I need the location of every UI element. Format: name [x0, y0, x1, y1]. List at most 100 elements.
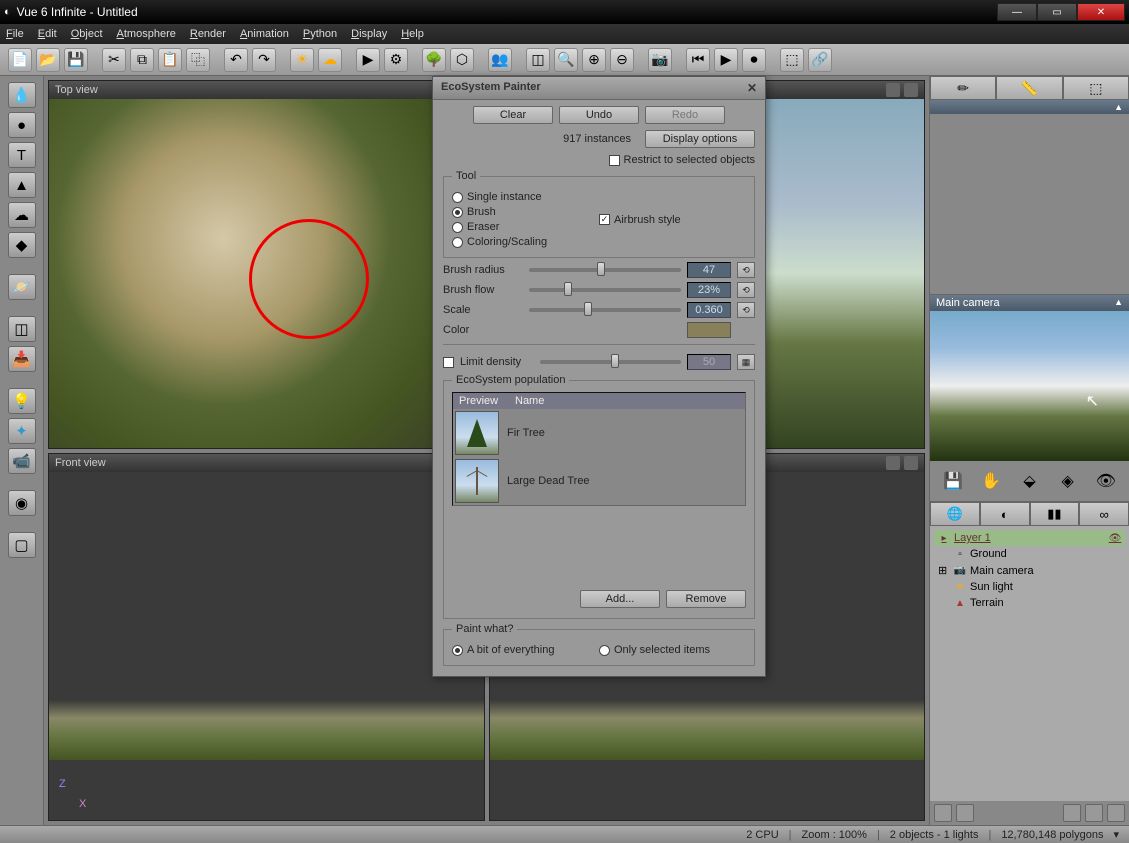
expand-icon[interactable]: ▾ [1113, 828, 1119, 841]
brush-radius-value[interactable]: 47 [687, 262, 731, 278]
terrain-tool-icon[interactable]: ▲ [8, 172, 36, 198]
duplicate-icon[interactable]: ⿻ [186, 48, 210, 72]
dialog-close-icon[interactable]: ✕ [747, 81, 757, 95]
color-swatch[interactable] [687, 322, 731, 338]
object-tab-icon[interactable]: ⬚ [1063, 76, 1129, 100]
material-tool-icon[interactable]: ◉ [8, 490, 36, 516]
box-tool-icon[interactable]: ▢ [8, 532, 36, 558]
orbit-icon[interactable]: ⬙ [1018, 470, 1040, 492]
single-radio[interactable] [452, 192, 463, 203]
look-icon[interactable]: 👁 [1095, 470, 1117, 492]
airbrush-checkbox[interactable]: ✓ [599, 214, 610, 225]
atmosphere-icon[interactable]: ☀ [290, 48, 314, 72]
top-viewport[interactable]: Top view [48, 80, 485, 449]
sphere-tool-icon[interactable]: ● [8, 112, 36, 138]
play-icon[interactable]: ▶ [714, 48, 738, 72]
brush-radio[interactable] [452, 207, 463, 218]
visibility-icon[interactable]: 👁 [1109, 532, 1121, 544]
plant-icon[interactable]: 🌳 [422, 48, 446, 72]
cut-icon[interactable]: ✂ [102, 48, 126, 72]
camera-tool-icon[interactable]: 📹 [8, 448, 36, 474]
layer-opt3-icon[interactable] [1107, 804, 1125, 822]
front-canvas[interactable]: Z X [49, 472, 484, 821]
top-canvas[interactable] [49, 99, 484, 448]
brush-flow-value[interactable]: 23% [687, 282, 731, 298]
fan-tool-icon[interactable]: ✦ [8, 418, 36, 444]
redo-button[interactable]: Redo [645, 106, 725, 124]
vp-icon[interactable] [904, 83, 918, 97]
vp-icon[interactable] [886, 456, 900, 470]
scale-slider[interactable] [529, 308, 681, 312]
cloud-tool-icon[interactable]: ☁ [8, 202, 36, 228]
layer-header[interactable]: ▸ Layer 1 👁 [934, 530, 1125, 546]
brush-radius-slider[interactable] [529, 268, 681, 272]
remove-button[interactable]: Remove [666, 590, 746, 608]
menu-object[interactable]: Object [71, 28, 103, 40]
save-preview-icon[interactable]: 💾 [942, 470, 964, 492]
minimize-button[interactable]: — [997, 3, 1037, 21]
vp-icon[interactable] [904, 456, 918, 470]
render-icon[interactable]: ▶ [356, 48, 380, 72]
everything-radio[interactable] [452, 645, 463, 656]
scale-value[interactable]: 0.360 [687, 302, 731, 318]
cube-tool-icon[interactable]: ◫ [8, 316, 36, 342]
limit-density-checkbox[interactable] [443, 357, 454, 368]
density-slider[interactable] [540, 360, 681, 364]
population-item-dead-tree[interactable]: Large Dead Tree [453, 457, 745, 505]
cloud-icon[interactable]: ☁ [318, 48, 342, 72]
import-tool-icon[interactable]: 📥 [8, 346, 36, 372]
ruler-tab-icon[interactable]: 📏 [996, 76, 1062, 100]
library-tab-icon[interactable]: ▮▮ [1030, 502, 1080, 526]
new-icon[interactable]: 📄 [8, 48, 32, 72]
zoom-extents-icon[interactable]: 🔍 [554, 48, 578, 72]
material-tab-icon[interactable]: ◐ [980, 502, 1030, 526]
link-tab-icon[interactable]: ∞ [1079, 502, 1129, 526]
layer-item-terrain[interactable]: ▲ Terrain [934, 595, 1125, 611]
undo-icon[interactable]: ↶ [224, 48, 248, 72]
add-button[interactable]: Add... [580, 590, 660, 608]
redo-icon[interactable]: ↷ [252, 48, 276, 72]
reset-icon[interactable]: ⟲ [737, 302, 755, 318]
menu-atmosphere[interactable]: Atmosphere [117, 28, 176, 40]
menu-animation[interactable]: Animation [240, 28, 289, 40]
delete-layer-icon[interactable] [956, 804, 974, 822]
vp-icon[interactable] [886, 83, 900, 97]
population-item-fir[interactable]: Fir Tree [453, 409, 745, 457]
restrict-checkbox[interactable] [609, 155, 620, 166]
pan-icon[interactable]: ✋ [980, 470, 1002, 492]
wireframe-icon[interactable]: ◫ [526, 48, 550, 72]
window-close-button[interactable]: ✕ [1077, 3, 1125, 21]
layer-item-ground[interactable]: ▫ Ground [934, 546, 1125, 562]
layer-opt2-icon[interactable] [1085, 804, 1103, 822]
front-viewport[interactable]: Front view Z X [48, 453, 485, 822]
open-icon[interactable]: 📂 [36, 48, 60, 72]
link-icon[interactable]: 🔗 [808, 48, 832, 72]
copy-icon[interactable]: ⧉ [130, 48, 154, 72]
maximize-button[interactable]: ▭ [1037, 3, 1077, 21]
light-tool-icon[interactable]: 💡 [8, 388, 36, 414]
panel-header[interactable]: ▲ [930, 100, 1129, 114]
brush-flow-slider[interactable] [529, 288, 681, 292]
camera-icon[interactable]: 📷 [648, 48, 672, 72]
render-options-icon[interactable]: ⚙ [384, 48, 408, 72]
density-options-icon[interactable]: ▦ [737, 354, 755, 370]
select-icon[interactable]: ⬚ [780, 48, 804, 72]
rock-tool-icon[interactable]: ◆ [8, 232, 36, 258]
camera-panel-header[interactable]: Main camera▲ [930, 295, 1129, 311]
menu-edit[interactable]: Edit [38, 28, 57, 40]
save-icon[interactable]: 💾 [64, 48, 88, 72]
new-layer-icon[interactable] [934, 804, 952, 822]
menu-python[interactable]: Python [303, 28, 337, 40]
zoom-out-icon[interactable]: ⊖ [610, 48, 634, 72]
paste-icon[interactable]: 📋 [158, 48, 182, 72]
layer-item-camera[interactable]: ⊞📷 Main camera [934, 562, 1125, 579]
planet-tool-icon[interactable]: 🪐 [8, 274, 36, 300]
layer-opt-icon[interactable] [1063, 804, 1081, 822]
menu-help[interactable]: Help [401, 28, 424, 40]
world-tab-icon[interactable]: 🌐 [930, 502, 980, 526]
clear-button[interactable]: Clear [473, 106, 553, 124]
menu-display[interactable]: Display [351, 28, 387, 40]
undo-button[interactable]: Undo [559, 106, 639, 124]
reset-icon[interactable]: ⟲ [737, 262, 755, 278]
coloring-radio[interactable] [452, 237, 463, 248]
